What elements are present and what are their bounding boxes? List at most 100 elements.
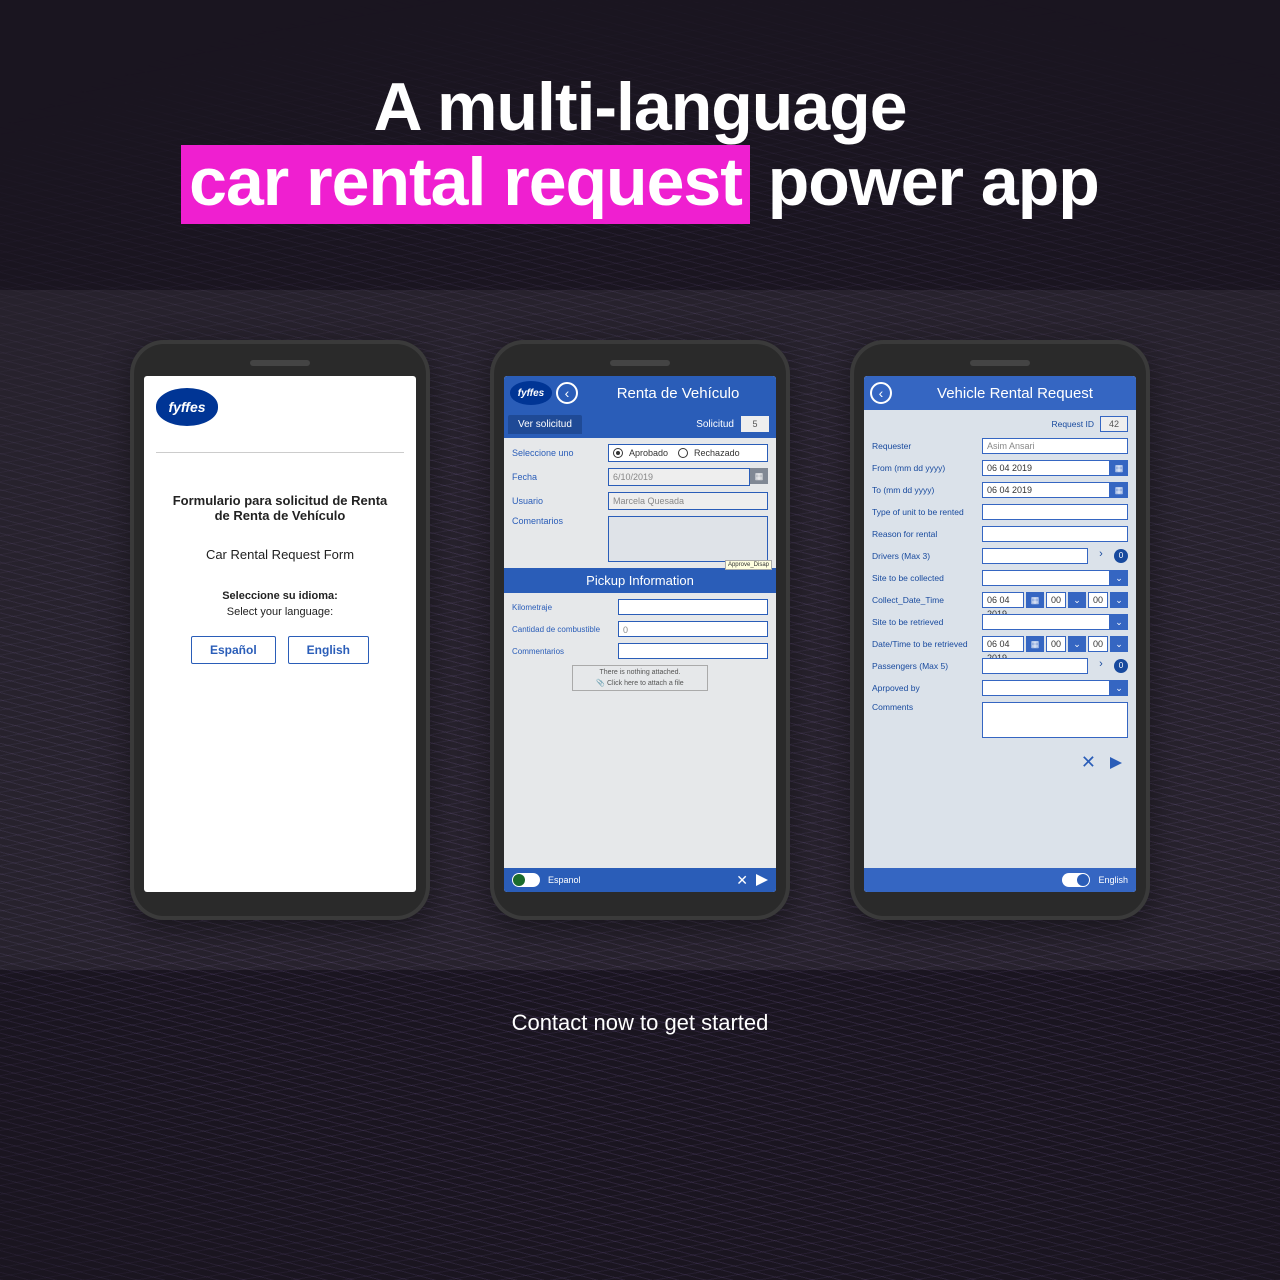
cta-text: Contact now to get started xyxy=(0,1010,1280,1036)
appbar-title: Vehicle Rental Request xyxy=(900,385,1130,402)
passengers-field[interactable] xyxy=(982,658,1088,674)
back-icon[interactable]: ‹ xyxy=(556,382,578,404)
dropdown-icon[interactable]: ⌄ xyxy=(1110,570,1128,586)
chevron-right-icon[interactable]: › xyxy=(1094,548,1108,564)
button-espanol[interactable]: Español xyxy=(191,636,276,664)
label-to-date: To (mm dd yyyy) xyxy=(872,485,976,495)
form-actions: ✕ xyxy=(872,744,1128,773)
footer-language-label: English xyxy=(1098,875,1128,885)
brand-logo: fyffes xyxy=(156,388,218,426)
tabbar: Ver solicitud Solicitud 5 xyxy=(504,410,776,438)
label-seleccione: Seleccione uno xyxy=(512,448,602,458)
radio-aprobado[interactable] xyxy=(613,448,623,458)
label-requester: Requester xyxy=(872,441,976,451)
phone-mockup-1: fyffes Formulario para solicitud de Rent… xyxy=(130,340,430,920)
calendar-icon[interactable]: ▦ xyxy=(1110,460,1128,476)
appbar-title: Renta de Vehículo xyxy=(586,385,770,402)
phone-speaker xyxy=(610,360,670,366)
label-combustible: Cantidad de combustible xyxy=(512,625,612,634)
label-retrieve-datetime: Date/Time to be retrieved xyxy=(872,639,976,649)
footer-language-label: Espanol xyxy=(548,875,581,885)
dropdown-icon[interactable]: ⌄ xyxy=(1068,636,1086,652)
close-icon[interactable]: ✕ xyxy=(1081,752,1096,773)
attach-line1: There is nothing attached. xyxy=(573,669,707,676)
label-comments: Comments xyxy=(872,702,976,712)
label-collect-datetime: Collect_Date_Time xyxy=(872,595,976,605)
send-icon[interactable] xyxy=(756,874,768,886)
requester-field[interactable]: Asim Ansari xyxy=(982,438,1128,454)
unit-type-field[interactable] xyxy=(982,504,1128,520)
divider xyxy=(156,452,404,453)
appbar: ‹ Vehicle Rental Request xyxy=(864,376,1136,410)
collect-date-field[interactable]: 06 04 2019 xyxy=(982,592,1024,608)
retrieve-date-field[interactable]: 06 04 2019 xyxy=(982,636,1024,652)
label-site-retrieve: Site to be retrieved xyxy=(872,617,976,627)
form-title-es: Formulario para solicitud de Renta de Re… xyxy=(156,493,404,523)
label-request-id: Request ID xyxy=(1051,419,1094,429)
comments-textarea[interactable] xyxy=(982,702,1128,738)
passengers-count-badge: 0 xyxy=(1114,659,1128,673)
label-kilometraje: Kilometraje xyxy=(512,603,612,612)
language-toggle[interactable] xyxy=(1062,873,1090,887)
label-reason: Reason for rental xyxy=(872,529,976,539)
radio-aprobado-label: Aprobado xyxy=(629,445,668,461)
collect-min-field[interactable]: 00 xyxy=(1088,592,1108,608)
back-icon[interactable]: ‹ xyxy=(870,382,892,404)
comentarios-textarea[interactable] xyxy=(608,516,768,562)
button-english[interactable]: English xyxy=(288,636,369,664)
select-language-label-en: Select your language: xyxy=(156,606,404,618)
request-id-field: 42 xyxy=(1100,416,1128,432)
site-collect-field[interactable] xyxy=(982,570,1110,586)
form-body: Request ID 42 Requester Asim Ansari From… xyxy=(864,410,1136,868)
label-passengers: Passengers (Max 5) xyxy=(872,661,976,671)
dropdown-icon[interactable]: ⌄ xyxy=(1110,680,1128,696)
footer-bar: Espanol ✕ xyxy=(504,868,776,892)
calendar-icon[interactable]: ▦ xyxy=(1026,592,1044,608)
calendar-icon[interactable]: ▦ xyxy=(1110,482,1128,498)
phone-speaker xyxy=(250,360,310,366)
fecha-field[interactable]: 6/10/2019 xyxy=(608,468,750,486)
dropdown-icon[interactable]: ⌄ xyxy=(1110,636,1128,652)
chevron-right-icon[interactable]: › xyxy=(1094,658,1108,674)
collect-hour-field[interactable]: 00 xyxy=(1046,592,1066,608)
label-site-collect: Site to be collected xyxy=(872,573,976,583)
screen-language-select: fyffes Formulario para solicitud de Rent… xyxy=(144,376,416,892)
appbar: fyffes ‹ Renta de Vehículo xyxy=(504,376,776,410)
usuario-field[interactable]: Marcela Quesada xyxy=(608,492,768,510)
footer-bar: English xyxy=(864,868,1136,892)
to-date-field[interactable]: 06 04 2019 xyxy=(982,482,1110,498)
label-fecha: Fecha xyxy=(512,472,602,482)
label-unit-type: Type of unit to be rented xyxy=(872,507,976,517)
close-icon[interactable]: ✕ xyxy=(736,872,748,889)
from-date-field[interactable]: 06 04 2019 xyxy=(982,460,1110,476)
drivers-field[interactable] xyxy=(982,548,1088,564)
phone-mockup-2: fyffes ‹ Renta de Vehículo Ver solicitud… xyxy=(490,340,790,920)
send-icon[interactable] xyxy=(1110,757,1122,769)
approved-by-field[interactable] xyxy=(982,680,1110,696)
attachment-box[interactable]: There is nothing attached. 📎 Click here … xyxy=(572,665,708,691)
calendar-icon[interactable]: ▦ xyxy=(750,468,768,484)
label-approved-by: Aprpoved by xyxy=(872,683,976,693)
site-retrieve-field[interactable] xyxy=(982,614,1110,630)
drivers-count-badge: 0 xyxy=(1114,549,1128,563)
calendar-icon[interactable]: ▦ xyxy=(1026,636,1044,652)
label-usuario: Usuario xyxy=(512,496,602,506)
commentarios2-field[interactable] xyxy=(618,643,768,659)
solicitud-id-field[interactable]: 5 xyxy=(740,415,770,433)
reason-field[interactable] xyxy=(982,526,1128,542)
kilometraje-field[interactable] xyxy=(618,599,768,615)
label-comentarios: Comentarios xyxy=(512,516,602,526)
dropdown-icon[interactable]: ⌄ xyxy=(1110,614,1128,630)
combustible-field[interactable]: 0 xyxy=(618,621,768,637)
tab-ver-solicitud[interactable]: Ver solicitud xyxy=(508,415,582,434)
retrieve-min-field[interactable]: 00 xyxy=(1088,636,1108,652)
dropdown-icon[interactable]: ⌄ xyxy=(1068,592,1086,608)
phones-row: fyffes Formulario para solicitud de Rent… xyxy=(0,290,1280,970)
solicitud-label: Solicitud xyxy=(696,419,734,430)
dropdown-icon[interactable]: ⌄ xyxy=(1110,592,1128,608)
language-toggle[interactable] xyxy=(512,873,540,887)
hero-line2-rest: power app xyxy=(750,144,1099,220)
form-title-en: Car Rental Request Form xyxy=(156,547,404,562)
radio-rechazado[interactable] xyxy=(678,448,688,458)
retrieve-hour-field[interactable]: 00 xyxy=(1046,636,1066,652)
